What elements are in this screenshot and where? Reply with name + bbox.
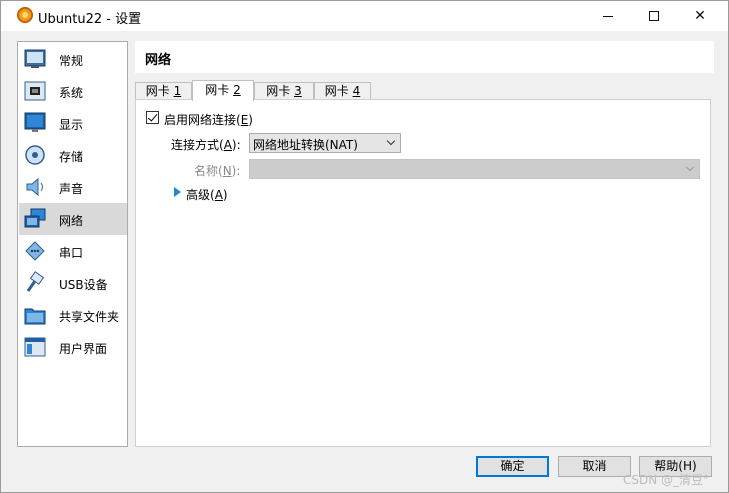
adapter-tabs: 网卡 1 网卡 2 网卡 3 网卡 4	[135, 80, 435, 101]
enable-network-label: 启用网络连接(E)	[164, 113, 253, 127]
attached-to-value: 网络地址转换(NAT)	[253, 138, 358, 152]
nav-label: 声音	[59, 182, 84, 196]
serial-port-icon	[25, 241, 45, 261]
nav-item-display[interactable]: 显示	[19, 107, 127, 139]
maximize-button[interactable]	[631, 1, 677, 31]
nav-item-storage[interactable]: 存储	[19, 139, 127, 171]
usb-icon	[26, 271, 45, 292]
minimize-icon	[603, 15, 613, 17]
nav-label: 常规	[59, 54, 84, 68]
maximize-icon	[649, 11, 659, 21]
ok-button[interactable]: 确定	[476, 456, 549, 477]
nav-label: USB设备	[59, 278, 108, 292]
chevron-down-icon	[386, 136, 396, 146]
nav-label: 串口	[59, 246, 84, 260]
speaker-icon	[26, 177, 43, 197]
tab-key: 2	[233, 83, 241, 97]
tab-adapter-4[interactable]: 网卡 4	[314, 82, 371, 100]
nav-item-usb[interactable]: USB设备	[19, 267, 127, 299]
title-bar: Ubuntu22 - 设置 ✕	[1, 1, 728, 31]
tab-key: 4	[352, 84, 361, 98]
display-monitor-icon	[24, 112, 46, 132]
page-title: 网络	[145, 53, 172, 68]
settings-nav: 常规 系统 显示 存储 声音 网络 串口 USB设备 共享文件夹 用户界面	[17, 41, 128, 447]
tab-label: 网卡	[145, 84, 174, 98]
settings-window: Ubuntu22 - 设置 ✕ 常规 系统 显示 存储 声音 网络 串口 USB…	[0, 0, 729, 493]
general-icon	[24, 49, 46, 68]
tab-label: 网卡	[324, 84, 353, 98]
storage-disk-icon	[25, 145, 45, 165]
nav-item-system[interactable]: 系统	[19, 75, 127, 107]
adapter-panel: 启用网络连接(E) 连接方式(A): 网络地址转换(NAT) 名称(N): 高级…	[135, 99, 711, 447]
nav-item-general[interactable]: 常规	[19, 43, 127, 75]
tab-adapter-3[interactable]: 网卡 3	[254, 82, 314, 100]
cancel-button[interactable]: 取消	[558, 456, 631, 477]
close-icon: ✕	[694, 8, 706, 24]
nav-item-audio[interactable]: 声音	[19, 171, 127, 203]
tab-label: 网卡	[205, 83, 234, 97]
nav-label: 用户界面	[59, 342, 108, 356]
system-chip-icon	[24, 81, 46, 101]
network-icon	[24, 208, 46, 228]
name-select[interactable]	[249, 159, 700, 179]
window-title: Ubuntu22 - 设置	[38, 12, 142, 27]
attached-to-select[interactable]: 网络地址转换(NAT)	[249, 133, 401, 153]
close-button[interactable]: ✕	[677, 1, 723, 31]
enable-network-checkbox[interactable]	[146, 111, 159, 124]
page-header: 网络	[135, 41, 714, 73]
user-interface-icon	[24, 337, 46, 357]
tab-key: 1	[173, 84, 182, 98]
nav-label: 存储	[59, 150, 84, 164]
nav-item-user-interface[interactable]: 用户界面	[19, 331, 127, 363]
nav-label: 网络	[59, 214, 84, 228]
expand-arrow-icon[interactable]	[174, 187, 181, 197]
tab-adapter-2[interactable]: 网卡 2	[192, 80, 254, 101]
nav-item-serial[interactable]: 串口	[19, 235, 127, 267]
folder-icon	[24, 308, 46, 325]
attached-to-label: 连接方式(A):	[171, 138, 241, 152]
minimize-button[interactable]	[585, 1, 631, 31]
watermark: CSDN @_清豆°	[623, 473, 710, 487]
virtualbox-app-icon	[17, 7, 33, 23]
name-label: 名称(N):	[194, 164, 241, 178]
nav-label: 共享文件夹	[59, 310, 120, 324]
tab-label: 网卡	[266, 84, 295, 98]
nav-item-network[interactable]: 网络	[19, 203, 127, 235]
advanced-toggle[interactable]: 高级(A)	[186, 186, 228, 203]
nav-label: 显示	[59, 118, 84, 132]
nav-label: 系统	[59, 86, 84, 100]
tab-key: 3	[294, 84, 302, 98]
tab-adapter-1[interactable]: 网卡 1	[135, 82, 192, 100]
nav-item-shared-folders[interactable]: 共享文件夹	[19, 299, 127, 331]
chevron-down-icon	[685, 162, 695, 172]
